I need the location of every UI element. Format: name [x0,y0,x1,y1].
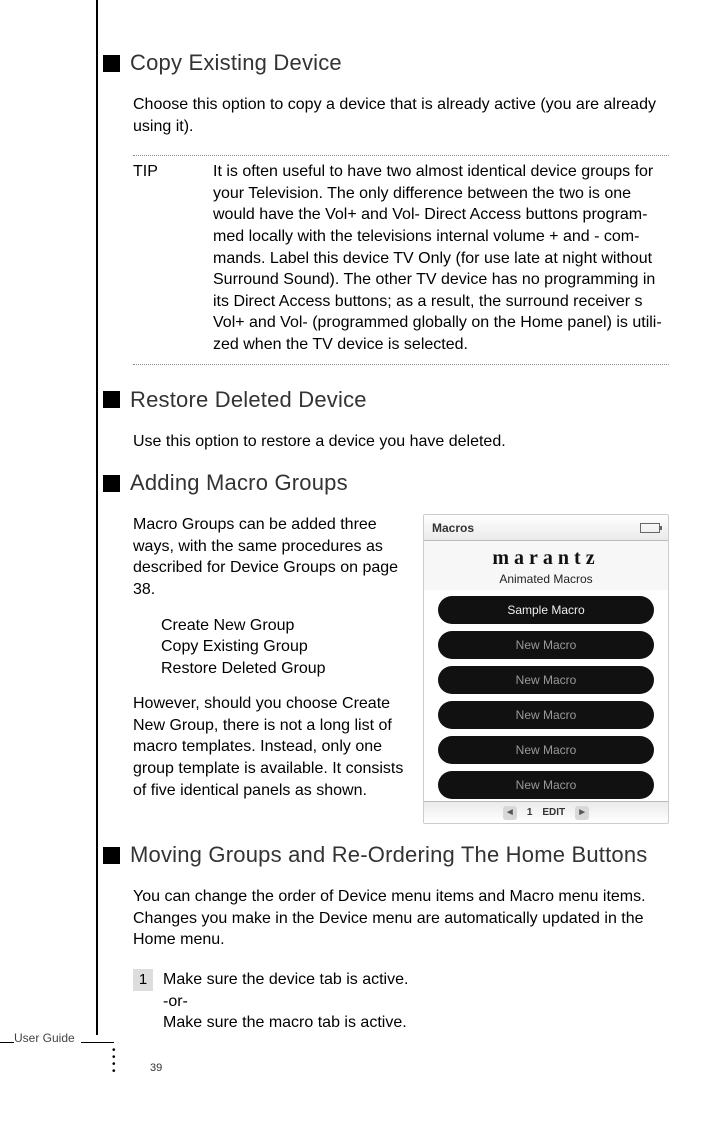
fig-button: Sample Macro [438,596,654,624]
fig-button-list: Sample Macro New Macro New Macro New Mac… [424,590,668,801]
page-number: 39 [150,1062,162,1074]
nav-left-icon: ◄ [503,806,517,820]
fig-page-num: 1 [527,807,533,818]
fig-title: Macros [432,521,474,535]
macro-p1: Macro Groups can be added three ways, wi… [133,514,407,600]
macro-two-column: Macro Groups can be added three ways, wi… [133,514,669,824]
bullet-square-icon [103,847,120,864]
fig-brand: marantz Animated Macros [424,541,668,590]
macro-p2: However, should you choose Create New Gr… [133,693,407,801]
section-heading-restore: Restore Deleted Device [103,387,669,413]
section-heading-moving: Moving Groups and Re-Ordering The Home B… [103,842,669,868]
heading-text: Moving Groups and Re-Ordering The Home B… [130,842,648,868]
fig-subtitle: Animated Macros [424,572,668,586]
step-or: -or- [163,991,408,1013]
step-number: 1 [133,969,153,991]
tip-text: It is often useful to have two almost id… [213,161,669,355]
fig-titlebar: Macros [424,515,668,541]
list-item: Copy Existing Group [161,636,407,658]
step-row: 1 Make sure the device tab is active. -o… [133,969,669,1034]
vertical-rule [96,0,98,1035]
macro-list: Create New Group Copy Existing Group Res… [161,615,407,680]
fig-bottombar: ◄ 1 EDIT ► [424,801,668,823]
bullet-square-icon [103,391,120,408]
fig-button: New Macro [438,701,654,729]
battery-icon [640,523,660,533]
section-body-moving: You can change the order of Device menu … [133,886,669,951]
fig-button: New Macro [438,631,654,659]
heading-text: Restore Deleted Device [130,387,367,413]
section-body-restore: Use this option to restore a device you … [133,431,669,453]
step-line: Make sure the macro tab is active. [163,1012,408,1034]
fig-button: New Macro [438,666,654,694]
footer-label: User Guide [14,1031,81,1045]
tip-box: TIP It is often useful to have two almos… [133,155,669,364]
bullet-square-icon [103,55,120,72]
macro-text-column: Macro Groups can be added three ways, wi… [133,514,407,824]
list-item: Restore Deleted Group [161,658,407,680]
fig-button: New Macro [438,736,654,764]
footer-dots-icon: •••• [112,1048,116,1076]
section-heading-macro: Adding Macro Groups [103,470,669,496]
section-body-copy: Choose this option to copy a device that… [133,94,669,137]
tip-label: TIP [133,161,213,355]
list-item: Create New Group [161,615,407,637]
step-line: Make sure the device tab is active. [163,969,408,991]
step-text: Make sure the device tab is active. -or-… [163,969,408,1034]
section-heading-copy: Copy Existing Device [103,50,669,76]
nav-right-icon: ► [575,806,589,820]
brand-logo: marantz [424,547,668,570]
fig-edit-label: EDIT [542,807,565,818]
heading-text: Adding Macro Groups [130,470,348,496]
manual-page: Copy Existing Device Choose this option … [0,0,717,1123]
bullet-square-icon [103,475,120,492]
fig-button: New Macro [438,771,654,799]
heading-text: Copy Existing Device [130,50,342,76]
device-screenshot: Macros marantz Animated Macros Sample Ma… [423,514,669,824]
